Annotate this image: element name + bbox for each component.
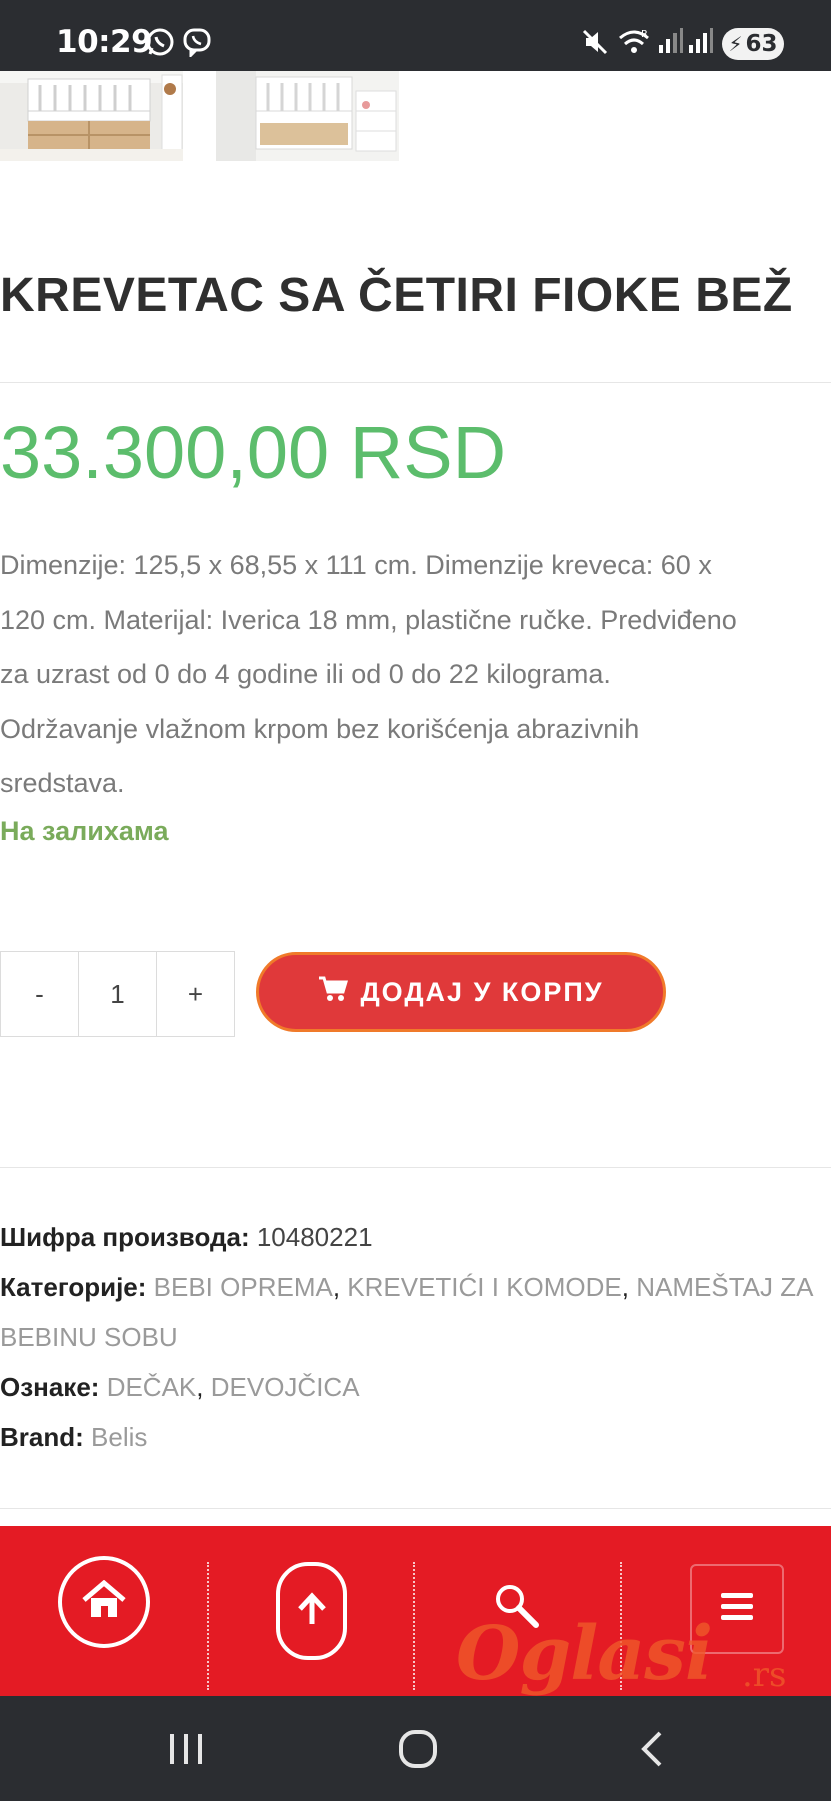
category-link[interactable]: NAMEŠTAJ ZA <box>636 1272 813 1302</box>
home-nav-button[interactable] <box>398 1729 438 1773</box>
product-thumbnail[interactable] <box>0 71 183 161</box>
quantity-stepper: - 1 + <box>0 951 235 1037</box>
product-description: Dimenzije: 125,5 x 68,55 x 111 cm. Dimen… <box>0 538 831 811</box>
watermark-logo: Oglasi <box>456 1611 713 1697</box>
stock-status: На залихама <box>0 816 169 846</box>
sku-value: 10480221 <box>256 1222 373 1252</box>
menu-icon <box>720 1592 754 1626</box>
add-to-cart-button[interactable]: ДОДАЈ У КОРПУ <box>256 952 666 1032</box>
description-line: Dimenzije: 125,5 x 68,55 x 111 cm. Dimen… <box>0 550 712 580</box>
divider <box>0 1167 831 1168</box>
divider <box>0 382 831 383</box>
status-time: 10:29 <box>56 24 153 60</box>
mute-icon <box>580 27 610 61</box>
sku-label: Шифра производа: <box>0 1222 250 1252</box>
android-navigation-bar <box>0 1696 831 1801</box>
brand-label: Brand: <box>0 1422 84 1452</box>
category-link[interactable]: KREVETIĆI I KOMODE <box>347 1272 622 1302</box>
tags-label: Ознаке: <box>0 1372 100 1402</box>
svg-text:R: R <box>641 29 648 40</box>
home-icon <box>81 1579 127 1624</box>
product-title: KREVETAC SA ČETIRI FIOKE BEŽ <box>0 269 793 322</box>
battery-indicator: ⚡ 63 <box>722 28 784 60</box>
product-brand: Brand: Belis <box>0 1412 831 1462</box>
divider <box>0 1508 831 1509</box>
product-tags: Ознаке: DEČAK, DEVOJČICA <box>0 1372 360 1402</box>
quantity-increase-button[interactable]: + <box>156 952 234 1036</box>
nav-separator <box>207 1562 209 1690</box>
product-price: 33.300,00 RSD <box>0 411 507 494</box>
scroll-top-button[interactable] <box>276 1562 347 1660</box>
back-button[interactable] <box>638 1729 666 1773</box>
description-line: Održavanje vlažnom krpom bez korišćenja … <box>0 713 640 744</box>
cart-icon <box>318 976 349 1009</box>
tag-link[interactable]: DEVOJČICA <box>211 1372 360 1402</box>
viber-icon <box>182 27 212 59</box>
battery-charging-icon: ⚡ <box>728 32 743 56</box>
quantity-input[interactable]: 1 <box>78 952 156 1036</box>
whatsapp-icon <box>145 27 175 57</box>
home-button[interactable] <box>58 1556 150 1648</box>
product-categories: Категорије: BEBI OPREMA, KREVETIĆI I KOM… <box>0 1272 814 1352</box>
category-link[interactable]: BEBI OPREMA <box>154 1272 333 1302</box>
description-line: za uzrast od 0 do 4 godine ili od 0 do 2… <box>0 659 611 689</box>
product-thumbnail[interactable] <box>216 71 399 161</box>
signal-icon <box>688 27 714 59</box>
description-line: sredstava. <box>0 768 125 798</box>
tag-link[interactable]: DEČAK <box>107 1372 197 1402</box>
product-sku: Шифра производа: 10480221 <box>0 1212 831 1262</box>
wifi-icon: R <box>617 27 651 61</box>
signal-icon <box>658 27 684 59</box>
add-to-cart-label: ДОДАЈ У КОРПУ <box>360 976 604 1007</box>
brand-link[interactable]: Belis <box>91 1422 147 1452</box>
nav-separator <box>413 1562 415 1690</box>
categories-label: Категорије: <box>0 1272 147 1302</box>
recent-apps-button[interactable] <box>168 1732 204 1770</box>
watermark-suffix: .rs <box>742 1655 787 1695</box>
status-bar: 10:29 R ⚡ 63 <box>0 0 831 71</box>
arrow-up-icon <box>296 1592 328 1630</box>
category-link[interactable]: BEBINU SOBU <box>0 1322 178 1352</box>
description-line: 120 cm. Materijal: Iverica 18 mm, plasti… <box>0 604 737 635</box>
quantity-decrease-button[interactable]: - <box>1 952 78 1036</box>
battery-level: 63 <box>745 31 778 57</box>
